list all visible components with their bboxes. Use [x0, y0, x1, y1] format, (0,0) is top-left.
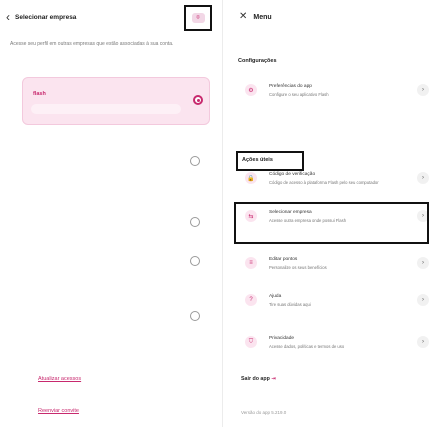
lock-icon: 🔒 — [245, 172, 257, 184]
company-option[interactable] — [22, 300, 210, 332]
section-settings-title: Configurações — [238, 58, 277, 64]
menu-item-title: Editar pontos — [269, 257, 298, 262]
chevron-left-icon: ‹ — [6, 10, 10, 24]
help-icon: ? — [245, 294, 257, 306]
list-icon: ≡ — [245, 257, 257, 269]
company-name: flash — [33, 91, 46, 97]
resend-invite-link[interactable]: Reenviar convite — [38, 408, 79, 414]
page-title: Selecionar empresa — [15, 13, 77, 21]
page-subtitle: Acesse seu perfil em outras empresas que… — [10, 41, 174, 47]
back-button[interactable]: ‹ Selecionar empresa — [6, 11, 76, 23]
company-option[interactable] — [22, 206, 210, 238]
menu-item-desc: Tire suas dúvidas aqui — [269, 302, 311, 307]
logout-icon: ⇥ — [271, 376, 276, 382]
company-radio[interactable] — [190, 217, 200, 227]
menu-item-desc: Acesse dados, políticas e termos de uso — [269, 344, 345, 349]
company-placeholder-bar — [31, 104, 181, 114]
company-radio[interactable] — [190, 311, 200, 321]
select-company-panel: ‹ Selecionar empresa ⌾ Acesse seu perfil… — [0, 0, 222, 427]
chevron-right-icon: › — [417, 257, 429, 269]
company-option-selected[interactable]: flash — [22, 77, 210, 125]
logout-label: Sair do app — [241, 376, 270, 382]
menu-item-title: Privacidade — [269, 336, 295, 341]
shield-icon: ⛉ — [245, 336, 257, 348]
update-access-link[interactable]: Atualizar acessos — [38, 376, 81, 382]
menu-item-title: Preferências do app — [269, 84, 312, 89]
section-useful-actions: Ações úteis — [236, 151, 304, 171]
chevron-right-icon: › — [417, 336, 429, 348]
gear-icon: ⚙ — [245, 84, 257, 96]
company-option[interactable] — [22, 145, 210, 177]
company-radio[interactable] — [190, 156, 200, 166]
menu-item-desc: Configure o seu aplicativo Flash — [269, 92, 329, 97]
menu-item-title: Código de verificação — [269, 172, 316, 177]
company-radio[interactable] — [190, 256, 200, 266]
section-useful-title: Ações úteis — [242, 157, 273, 163]
app-version: Versão do app 5.219.0 — [241, 410, 287, 415]
menu-item-desc: Personalize os seus benefícios — [269, 265, 327, 270]
highlight-select-company — [234, 202, 429, 244]
company-icon-button[interactable]: ⌾ — [184, 5, 212, 31]
menu-item-title: Ajuda — [269, 294, 282, 299]
company-radio-selected[interactable] — [193, 95, 203, 105]
chevron-right-icon: › — [417, 172, 429, 184]
chevron-right-icon: › — [417, 84, 429, 96]
menu-header: ✕ Menu — [239, 12, 272, 22]
chevron-right-icon: › — [417, 294, 429, 306]
close-icon[interactable]: ✕ — [239, 12, 247, 22]
menu-item-desc: Código de acesso à plataforma Flash pelo… — [269, 180, 379, 185]
building-icon: ⌾ — [191, 13, 205, 23]
menu-title: Menu — [253, 13, 272, 21]
company-option[interactable] — [22, 245, 210, 277]
logout-link[interactable]: Sair do app ⇥ — [241, 376, 276, 382]
